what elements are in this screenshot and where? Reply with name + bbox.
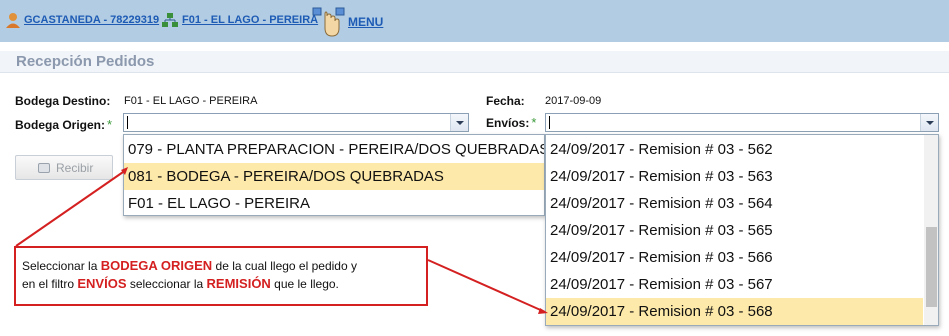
annotation-emphasis: BODEGA ORIGEN: [100, 258, 213, 273]
annotation-box: Seleccionar la BODEGA ORIGEN de la cual …: [14, 246, 428, 306]
arrow-to-envios: [427, 259, 546, 313]
arrow-to-origen: [15, 169, 127, 247]
annotation-text: que le llego.: [270, 277, 339, 291]
annotation-text: Seleccionar la: [22, 259, 101, 273]
annotation-line-2: en el filtro ENVÍOS seleccionar la REMIS…: [22, 276, 339, 291]
annotation-text: de la cual llego el pedido y: [212, 259, 357, 273]
annotation-emphasis: REMISIÓN: [206, 276, 271, 291]
annotation-text: en el filtro: [22, 277, 78, 291]
annotation-emphasis: ENVÍOS: [77, 276, 127, 291]
annotation-text: seleccionar la: [126, 277, 207, 291]
annotation-line-1: Seleccionar la BODEGA ORIGEN de la cual …: [22, 258, 357, 273]
